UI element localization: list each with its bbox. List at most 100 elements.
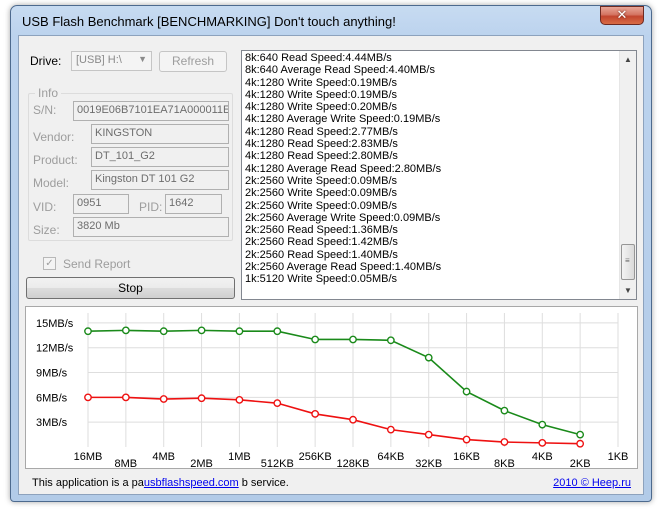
vendor-field: KINGSTON — [91, 124, 229, 144]
log-line: 2k:2560 Read Speed:1.40MB/s — [245, 248, 398, 261]
data-point — [386, 336, 395, 345]
series-line — [88, 396, 581, 445]
client-area: Drive: [USB] H:\ ▼ Refresh Info S/N: 001… — [18, 35, 644, 495]
vid-label: VID: — [33, 200, 57, 214]
log-line: 4k:1280 Average Write Speed:0.19MB/s — [245, 113, 441, 126]
vid-field: 0951 — [73, 194, 129, 214]
data-point — [386, 425, 395, 434]
data-point — [197, 326, 206, 335]
x-tick-label: 512KB — [261, 458, 294, 470]
data-point — [424, 353, 433, 362]
refresh-button[interactable]: Refresh — [159, 51, 227, 72]
data-point — [273, 327, 282, 336]
title-bar[interactable]: USB Flash Benchmark [BENCHMARKING] Don't… — [11, 6, 651, 36]
log-line: 4k:1280 Write Speed:0.19MB/s — [245, 88, 398, 101]
data-point — [538, 438, 547, 447]
drive-select[interactable]: [USB] H:\ ▼ — [71, 51, 152, 71]
x-tick-label: 16KB — [453, 451, 480, 463]
product-label: Product: — [33, 153, 78, 167]
data-point — [538, 420, 547, 429]
data-point — [424, 430, 433, 439]
data-point — [576, 430, 585, 439]
y-tick-label: 3MB/s — [36, 417, 68, 429]
log-line: 4k:1280 Average Read Speed:2.80MB/s — [245, 162, 442, 175]
log-line: 4k:1280 Write Speed:0.19MB/s — [245, 76, 398, 89]
scroll-down-icon[interactable]: ▼ — [620, 282, 636, 299]
copyright-link[interactable]: 2010 © Heep.ru — [553, 477, 631, 489]
data-point — [500, 438, 509, 446]
x-tick-label: 2MB — [190, 458, 213, 470]
chevron-down-icon: ▼ — [138, 54, 147, 64]
data-point — [500, 406, 509, 415]
y-tick-label: 6MB/s — [36, 392, 68, 404]
x-tick-label: 1MB — [228, 451, 251, 463]
y-tick-label: 15MB/s — [36, 318, 74, 330]
data-point — [121, 393, 130, 402]
x-tick-label: 256KB — [299, 451, 332, 463]
results-log[interactable]: 8k:640 Read Speed:4.44MB/s 8k:640 Average… — [241, 50, 637, 300]
send-report-checkbox[interactable]: ✓ — [43, 257, 56, 270]
x-tick-label: 16MB — [74, 451, 103, 463]
x-tick-label: 128KB — [336, 458, 369, 470]
size-label: Size: — [33, 223, 60, 237]
vendor-label: Vendor: — [33, 130, 75, 144]
info-group-title: Info — [35, 86, 62, 100]
speed-chart: 15MB/s 12MB/s 9MB/s 6MB/s 3MB/s 16MB 8MB 4MB 2MB… — [25, 306, 638, 470]
log-line: 8k:640 Read Speed:4.44MB/s — [245, 52, 392, 64]
data-point — [576, 439, 585, 448]
log-line: 4k:1280 Read Speed:2.80MB/s — [245, 150, 398, 163]
y-tick-label: 12MB/s — [36, 343, 74, 355]
log-line: 8k:640 Average Read Speed:4.40MB/s — [245, 64, 435, 77]
x-tick-label: 64KB — [377, 451, 404, 463]
log-line: 2k:2560 Write Speed:0.09MB/s — [245, 199, 398, 212]
scroll-up-icon[interactable]: ▲ — [620, 51, 636, 68]
data-point — [84, 327, 92, 336]
close-button[interactable]: ✕ — [600, 6, 644, 25]
log-line: 2k:2560 Average Write Speed:0.09MB/s — [245, 211, 441, 224]
drive-select-value: [USB] H:\ — [76, 54, 122, 66]
product-field: DT_101_G2 — [91, 147, 229, 167]
log-line: 2k:2560 Read Speed:1.42MB/s — [245, 236, 398, 249]
drive-label: Drive: — [30, 54, 62, 68]
data-point — [273, 399, 282, 408]
data-point — [311, 410, 320, 418]
footer-text-after: b service. — [238, 477, 289, 489]
data-point — [121, 326, 130, 335]
data-point — [235, 327, 244, 336]
footer-link[interactable]: usbflashspeed.com — [144, 477, 239, 489]
y-tick-label: 9MB/s — [36, 368, 68, 380]
footer-text-before: This application is a pa — [32, 477, 144, 489]
model-label: Model: — [33, 176, 70, 190]
data-point — [349, 415, 357, 424]
copyright-text: 2010 © Heep.ru — [553, 477, 631, 489]
scroll-thumb[interactable]: ≡ — [621, 244, 635, 280]
data-point — [159, 327, 168, 336]
pid-field: 1642 — [165, 194, 222, 214]
data-point — [197, 394, 206, 403]
log-line: 4k:1280 Read Speed:2.83MB/s — [245, 138, 398, 151]
grip-icon: ≡ — [625, 256, 630, 265]
footer-text: This application is a pausbflashspeed.co… — [32, 477, 289, 489]
model-field: Kingston DT 101 G2 — [91, 170, 229, 190]
close-icon: ✕ — [616, 8, 628, 23]
log-line: 2k:2560 Read Speed:1.36MB/s — [245, 224, 398, 237]
log-line: 2k:2560 Average Read Speed:1.40MB/s — [245, 261, 442, 274]
speed-chart-svg: 15MB/s 12MB/s 9MB/s 6MB/s 3MB/s 16MB 8MB 4MB 2MB… — [36, 313, 629, 470]
window-title: USB Flash Benchmark [BENCHMARKING] Don't… — [22, 14, 396, 29]
x-tick-label: 2KB — [570, 458, 591, 470]
x-tick-label: 8MB — [115, 458, 138, 470]
data-point — [235, 395, 244, 404]
stop-button[interactable]: Stop — [26, 277, 235, 299]
log-line: 2k:2560 Write Speed:0.09MB/s — [245, 174, 398, 187]
x-tick-label: 8KB — [494, 458, 515, 470]
log-scrollbar[interactable]: ▲ ≡ ▼ — [619, 51, 636, 299]
x-tick-label: 4MB — [152, 451, 175, 463]
x-tick-label: 1KB — [608, 451, 629, 463]
data-point — [84, 393, 92, 402]
x-tick-label: 4KB — [532, 451, 553, 463]
data-point — [462, 435, 471, 444]
pid-label: PID: — [139, 200, 163, 214]
log-lines: 8k:640 Read Speed:4.44MB/s 8k:640 Average… — [245, 52, 617, 286]
log-line: 4k:1280 Write Speed:0.20MB/s — [245, 101, 398, 114]
sn-label: S/N: — [33, 103, 57, 117]
